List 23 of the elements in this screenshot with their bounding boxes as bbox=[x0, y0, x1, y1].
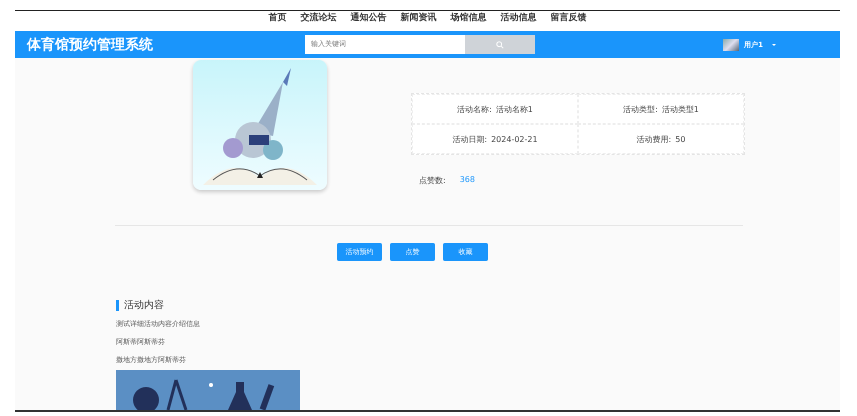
field-value: 50 bbox=[675, 134, 686, 144]
field-label: 活动日期: bbox=[452, 134, 488, 145]
field-label: 活动名称: bbox=[457, 104, 492, 115]
likes-label: 点赞数: bbox=[419, 175, 446, 186]
nav-link[interactable]: 交流论坛 bbox=[300, 12, 336, 24]
caret-icon[interactable] bbox=[772, 44, 776, 46]
likes-count: 368 bbox=[460, 175, 475, 186]
section-title: 活动内容 bbox=[116, 300, 840, 311]
nav-link[interactable]: 活动信息 bbox=[500, 12, 536, 24]
nav-link[interactable]: 首页 bbox=[268, 12, 286, 24]
nav-link[interactable]: 通知公告 bbox=[350, 12, 386, 24]
site-title: 体育馆预约管理系统 bbox=[27, 36, 154, 54]
field-value: 活动类型1 bbox=[662, 104, 699, 115]
avatar[interactable] bbox=[723, 38, 740, 51]
nav-link[interactable]: 场馆信息 bbox=[450, 12, 486, 24]
field-value: 活动名称1 bbox=[496, 104, 533, 115]
nav-link[interactable]: 新闻资讯 bbox=[400, 12, 436, 24]
field-label: 活动费用: bbox=[636, 134, 672, 145]
search-icon bbox=[496, 40, 504, 49]
search-button[interactable] bbox=[465, 35, 535, 54]
field-label: 活动类型: bbox=[623, 104, 658, 115]
nav-link[interactable]: 留言反馈 bbox=[550, 12, 586, 24]
field-value: 2024-02-21 bbox=[491, 134, 538, 144]
